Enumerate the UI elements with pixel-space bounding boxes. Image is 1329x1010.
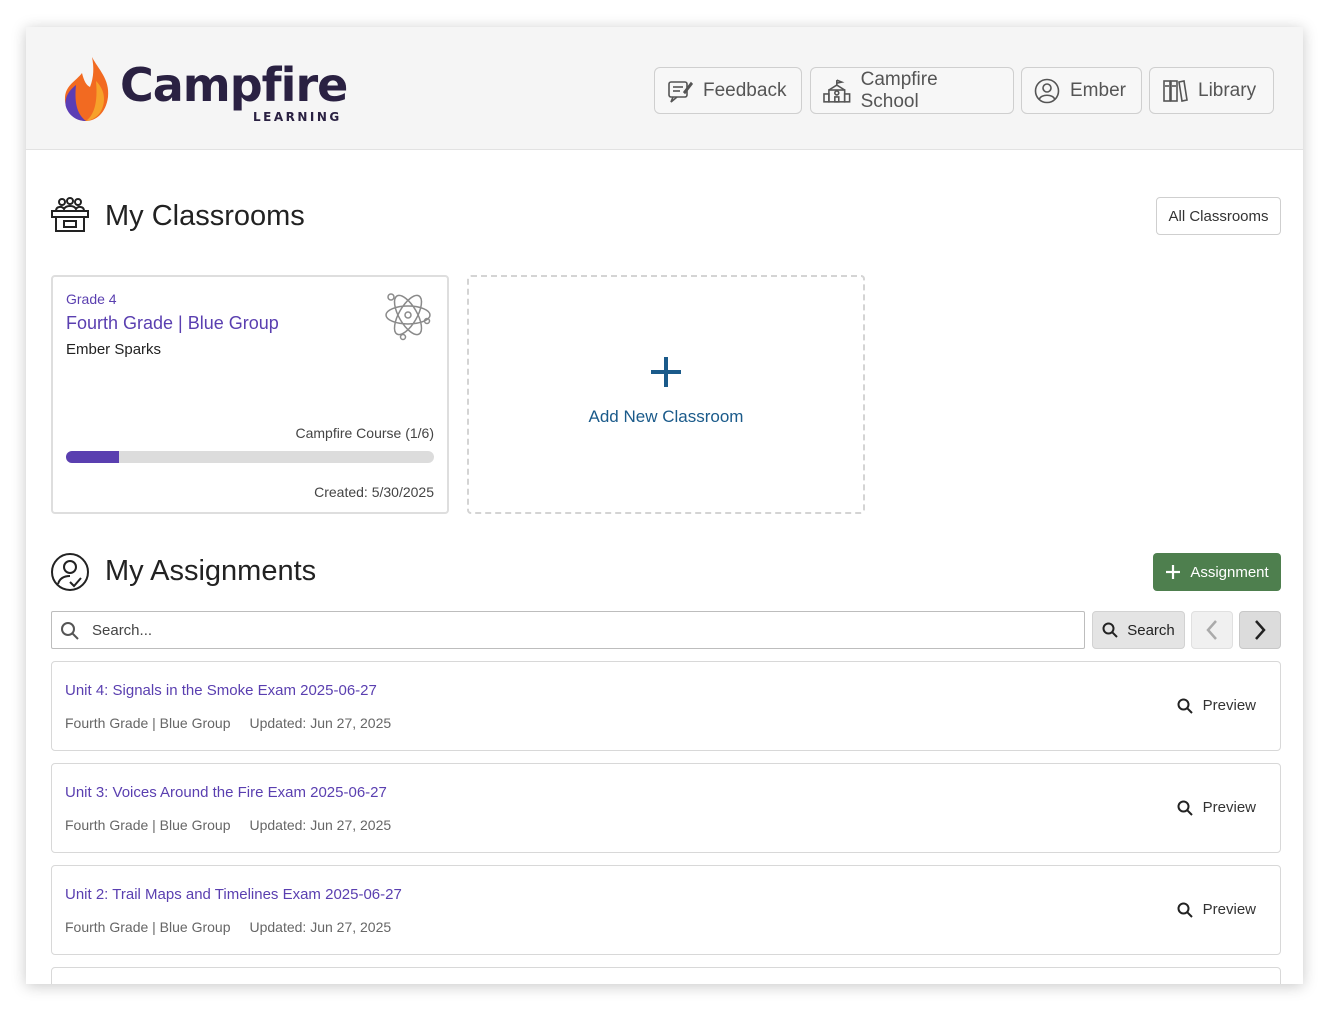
preview-label: Preview	[1202, 697, 1256, 714]
search-icon	[1102, 622, 1118, 638]
search-icon	[1177, 800, 1193, 816]
classroom-created-date: Created: 5/30/2025	[314, 484, 434, 500]
school-icon	[823, 78, 851, 103]
add-new-classroom-card[interactable]: Add New Classroom	[467, 275, 865, 514]
search-icon	[1177, 902, 1193, 918]
preview-label: Preview	[1202, 799, 1256, 816]
logo-subtitle: LEARNING	[253, 110, 342, 124]
preview-button[interactable]: Preview	[1177, 697, 1256, 714]
assignment-title-link[interactable]: Unit 3: Voices Around the Fire Exam 2025…	[65, 784, 387, 801]
search-button-label: Search	[1127, 621, 1175, 639]
assignment-search-input[interactable]	[92, 620, 1052, 640]
feedback-icon	[668, 80, 693, 103]
campfire-logo[interactable]: Campfire LEARNING	[62, 55, 352, 127]
assignment-updated: Updated: Jun 27, 2025	[249, 715, 392, 731]
search-icon	[61, 622, 79, 640]
nav-feedback-button[interactable]: Feedback	[654, 67, 802, 114]
my-classrooms-title: My Classrooms	[105, 200, 305, 232]
user-icon	[1034, 78, 1060, 103]
atom-icon	[385, 293, 431, 341]
logo-wordmark: Campfire	[120, 58, 348, 112]
assignment-row: Unit 4: Signals in the Smoke Exam 2025-0…	[51, 661, 1281, 751]
course-progress-fill	[66, 451, 120, 463]
classroom-grade: Grade 4	[66, 291, 117, 307]
assignment-row: Unit 3: Voices Around the Fire Exam 2025…	[51, 763, 1281, 853]
assignment-group: Fourth Grade | Blue Group	[65, 817, 231, 833]
classroom-card[interactable]: Grade 4 Fourth Grade | Blue Group Ember …	[51, 275, 449, 514]
nav-campfire-school-button[interactable]: Campfire School	[810, 67, 1014, 114]
add-assignment-label: Assignment	[1190, 563, 1269, 581]
preview-button[interactable]: Preview	[1177, 799, 1256, 816]
next-page-button[interactable]	[1239, 611, 1281, 649]
all-classrooms-button[interactable]: All Classrooms	[1156, 197, 1281, 235]
classroom-icon	[51, 197, 89, 232]
search-icon	[1177, 698, 1193, 714]
app-window: Campfire LEARNING Feedback Campfire Scho…	[26, 27, 1303, 984]
plus-icon	[1166, 565, 1181, 579]
add-assignment-button[interactable]: Assignment	[1153, 553, 1281, 591]
plus-icon	[651, 357, 681, 387]
assignment-updated: Updated: Jun 27, 2025	[249, 817, 392, 833]
nav-library-label: Library	[1198, 79, 1257, 101]
classroom-name-link[interactable]: Fourth Grade | Blue Group	[66, 313, 279, 334]
nav-ember-label: Ember	[1070, 79, 1126, 101]
assignment-row: Unit 2: Trail Maps and Timelines Exam 20…	[51, 865, 1281, 955]
assignment-updated: Updated: Jun 27, 2025	[249, 919, 392, 935]
preview-button[interactable]: Preview	[1177, 901, 1256, 918]
assignment-search-box	[51, 611, 1085, 649]
assignment-row-partial	[51, 967, 1281, 984]
assignment-group: Fourth Grade | Blue Group	[65, 715, 231, 731]
chevron-left-icon	[1206, 620, 1217, 640]
top-header: Campfire LEARNING Feedback Campfire Scho…	[26, 27, 1303, 150]
assignment-title-link[interactable]: Unit 2: Trail Maps and Timelines Exam 20…	[65, 886, 402, 903]
nav-feedback-label: Feedback	[703, 79, 787, 101]
library-icon	[1163, 79, 1188, 102]
my-assignments-title: My Assignments	[105, 555, 317, 587]
nav-library-button[interactable]: Library	[1149, 67, 1274, 114]
previous-page-button[interactable]	[1191, 611, 1233, 649]
add-new-classroom-label: Add New Classroom	[588, 407, 744, 426]
chevron-right-icon	[1255, 620, 1266, 640]
assignment-group: Fourth Grade | Blue Group	[65, 919, 231, 935]
search-button[interactable]: Search	[1092, 611, 1185, 649]
classroom-course: Campfire Course (1/6)	[295, 425, 435, 441]
nav-ember-button[interactable]: Ember	[1021, 67, 1142, 114]
preview-label: Preview	[1202, 901, 1256, 918]
course-progress-bar	[66, 451, 434, 463]
assignment-title-link[interactable]: Unit 4: Signals in the Smoke Exam 2025-0…	[65, 682, 377, 699]
flame-logo-icon	[64, 57, 109, 121]
classroom-teacher: Ember Sparks	[66, 341, 162, 358]
assignment-person-icon	[51, 553, 89, 591]
nav-campfire-school-label: Campfire School	[860, 68, 938, 112]
